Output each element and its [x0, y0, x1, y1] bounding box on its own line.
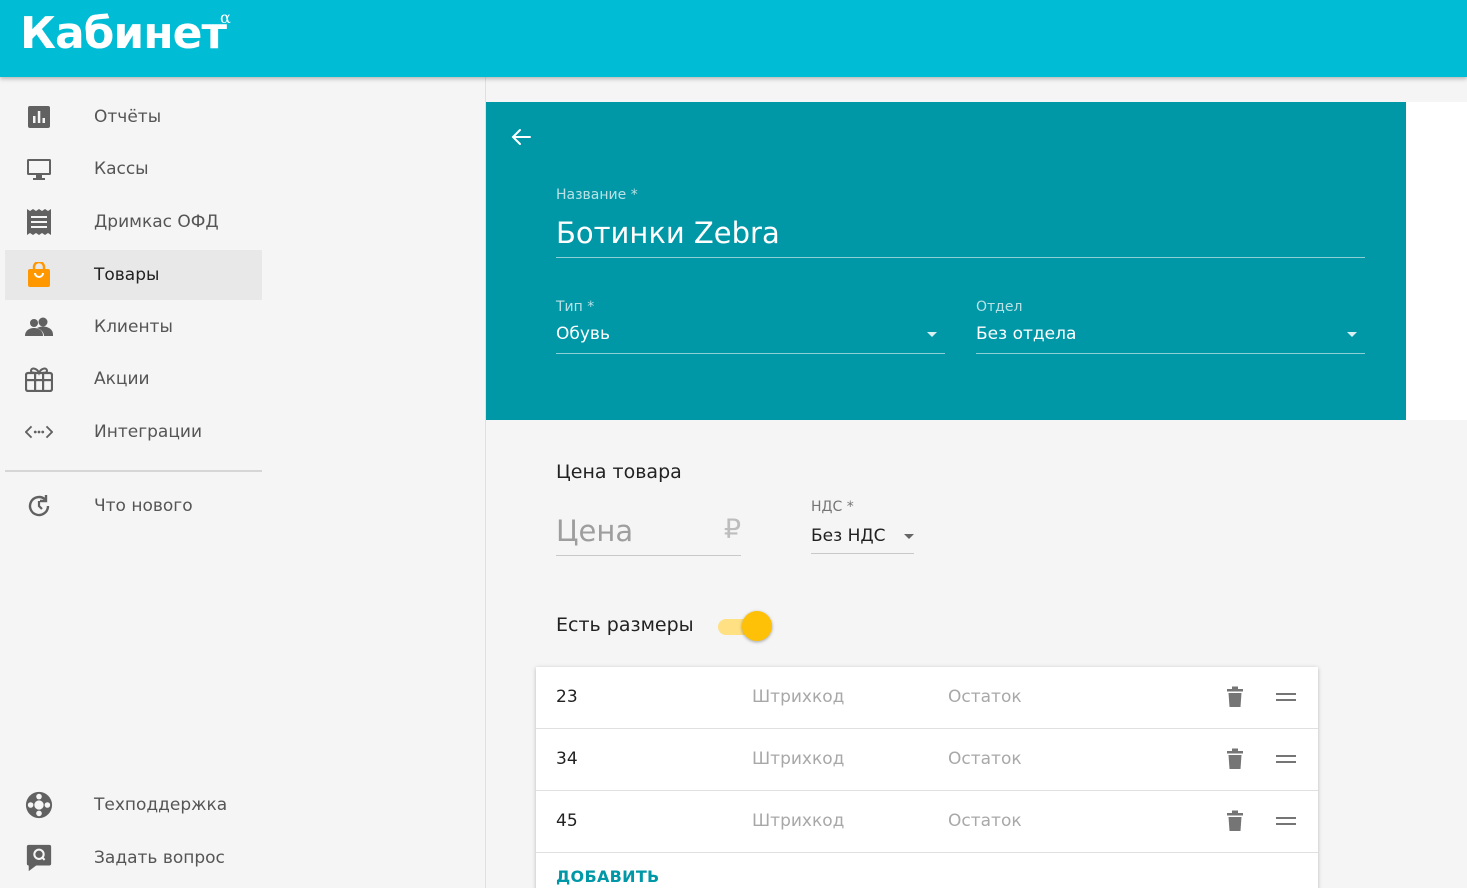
content-side-panel	[1406, 102, 1467, 420]
sidebar-item-label: Отчёты	[94, 107, 162, 127]
shopping-bag-icon	[25, 262, 53, 287]
table-row: 23 Штрихкод Остаток	[536, 667, 1318, 729]
bar-chart-icon	[25, 105, 53, 129]
chat-question-icon	[25, 844, 53, 872]
app-logo[interactable]: Кабинет	[20, 8, 227, 59]
department-select-value: Без отдела	[976, 324, 1077, 344]
sidebar-item-label: Клиенты	[94, 317, 173, 337]
barcode-input[interactable]: Штрихкод	[752, 687, 844, 707]
chevron-down-icon	[927, 332, 937, 337]
lifebuoy-icon	[25, 791, 53, 819]
table-row: 45 Штрихкод Остаток	[536, 791, 1318, 853]
add-size-button[interactable]: ДОБАВИТЬ	[556, 867, 660, 886]
has-sizes-toggle[interactable]	[716, 610, 774, 642]
price-placeholder: Цена	[556, 514, 634, 548]
sidebar-item-integrations[interactable]: Интеграции	[5, 407, 262, 457]
monitor-icon	[25, 157, 53, 181]
sidebar-item-label: Акции	[94, 369, 150, 389]
sidebar-item-clients[interactable]: Клиенты	[5, 302, 262, 352]
sidebar-item-label: Что нового	[94, 496, 193, 516]
gift-card-icon	[25, 367, 53, 392]
department-field-label: Отдел	[976, 299, 1023, 315]
sizes-table: 23 Штрихкод Остаток 34 Штрихкод Остаток …	[536, 667, 1318, 888]
type-field-label: Тип *	[556, 299, 595, 315]
has-sizes-label: Есть размеры	[556, 614, 694, 636]
type-select[interactable]: Обувь	[556, 318, 945, 354]
name-field-label: Название *	[556, 187, 638, 203]
price-section-title: Цена товара	[556, 461, 682, 483]
sidebar-item-ofd[interactable]: Дримкас ОФД	[5, 197, 262, 247]
sidebar-item-label: Кассы	[94, 159, 149, 179]
stock-input[interactable]: Остаток	[948, 811, 1022, 831]
sidebar-item-label: Дримкас ОФД	[94, 212, 219, 232]
sidebar-item-promotions[interactable]: Акции	[5, 354, 262, 404]
sidebar: Отчёты Кассы Дримкас ОФД Товары Клиенты …	[0, 77, 486, 888]
sidebar-divider	[5, 470, 262, 472]
chevron-down-icon	[904, 534, 914, 539]
stock-input[interactable]: Остаток	[948, 687, 1022, 707]
table-row: 34 Штрихкод Остаток	[536, 729, 1318, 791]
ruble-icon: ₽	[723, 514, 741, 545]
drag-handle-icon[interactable]	[1276, 753, 1296, 765]
barcode-input[interactable]: Штрихкод	[752, 811, 844, 831]
vat-field-label: НДС *	[811, 499, 854, 515]
size-value[interactable]: 34	[556, 749, 578, 769]
type-select-value: Обувь	[556, 324, 610, 344]
back-arrow-icon[interactable]	[510, 126, 532, 148]
price-input[interactable]: Цена ₽	[556, 508, 741, 556]
vat-select[interactable]: Без НДС	[811, 520, 914, 554]
trash-icon[interactable]	[1226, 748, 1244, 770]
drag-handle-icon[interactable]	[1276, 815, 1296, 827]
people-icon	[25, 315, 53, 339]
barcode-input[interactable]: Штрихкод	[752, 749, 844, 769]
sidebar-item-reports[interactable]: Отчёты	[5, 92, 262, 142]
trash-icon[interactable]	[1226, 686, 1244, 708]
trash-icon[interactable]	[1226, 810, 1244, 832]
code-arrows-icon	[25, 420, 53, 444]
top-app-bar: Кабинет α	[0, 0, 1467, 77]
size-value[interactable]: 45	[556, 811, 578, 831]
sidebar-item-cash-registers[interactable]: Кассы	[5, 144, 262, 194]
receipt-icon	[25, 209, 53, 235]
sidebar-item-label: Интеграции	[94, 422, 203, 442]
product-header-card: Название * Ботинки Zebra Тип * Обувь Отд…	[486, 102, 1406, 420]
logo-alpha-badge: α	[220, 8, 231, 27]
stock-input[interactable]: Остаток	[948, 749, 1022, 769]
sidebar-item-label: Товары	[94, 265, 160, 285]
vat-select-value: Без НДС	[811, 526, 886, 546]
drag-handle-icon[interactable]	[1276, 691, 1296, 703]
product-name-input[interactable]: Ботинки Zebra	[556, 208, 1365, 258]
history-icon	[25, 494, 53, 518]
size-value[interactable]: 23	[556, 687, 578, 707]
sidebar-item-whats-new[interactable]: Что нового	[5, 481, 262, 531]
sidebar-item-products[interactable]: Товары	[5, 250, 262, 300]
toggle-thumb	[742, 611, 772, 641]
sidebar-item-label: Задать вопрос	[94, 848, 225, 868]
sidebar-item-ask-question[interactable]: Задать вопрос	[5, 833, 262, 883]
department-select[interactable]: Без отдела	[976, 318, 1365, 354]
sidebar-item-support[interactable]: Техподдержка	[5, 780, 262, 830]
chevron-down-icon	[1347, 332, 1357, 337]
sidebar-item-label: Техподдержка	[94, 795, 228, 815]
